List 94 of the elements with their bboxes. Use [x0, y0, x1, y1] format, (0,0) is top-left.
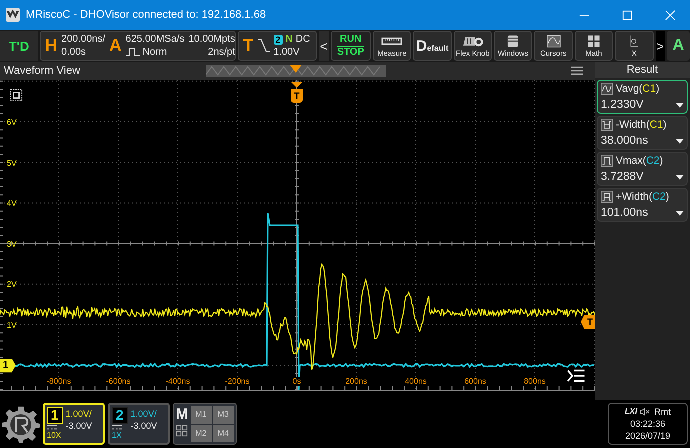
logo-button[interactable]: T'D [0, 31, 38, 61]
trigger-panel[interactable]: T 2 N DC 1.00V [238, 31, 318, 61]
grid-icon [176, 425, 188, 437]
x-axis-label: 0s [292, 377, 302, 386]
math-letter: M [176, 406, 188, 423]
channel-panel[interactable]: 1 10X 1.00V/ -3.00V [43, 403, 105, 445]
clock-date: 2026/07/19 [625, 430, 671, 442]
measurement-value: 38.000ns [601, 135, 648, 147]
trigger-level: 1.00V [274, 47, 301, 58]
x-axis-label: -200ns [224, 377, 251, 386]
math-slot-button[interactable]: M1 [190, 406, 212, 424]
pulse-icon [126, 48, 140, 57]
channel-number: 2 [112, 407, 128, 424]
gear-logo-icon[interactable] [2, 405, 40, 443]
timebase-value: 200.00ns/ [62, 34, 106, 45]
zoom-fit-icon[interactable] [10, 89, 23, 102]
resolution-value: 2ns/pt [208, 47, 236, 58]
maximize-icon[interactable] [622, 10, 633, 20]
channel-marker[interactable]: 1 [0, 358, 16, 373]
measurement-label: +Width(C2) [616, 191, 670, 203]
memory-depth: 10.00Mpts [188, 34, 236, 45]
vertical-offset: -3.00V [130, 421, 158, 431]
dropdown-icon[interactable] [676, 174, 684, 180]
measurement-label: Vavg(C1) [616, 83, 660, 95]
auto-button[interactable]: A [667, 31, 690, 61]
x-axis-label: 200ns [344, 377, 368, 386]
timeline-overview[interactable] [206, 65, 386, 77]
dc-coupling-icon [47, 425, 57, 430]
lxi-label: LXI [625, 406, 638, 418]
measurement-value: 3.7288V [601, 171, 644, 183]
window-title: MRiscoC - DHOVisor connected to: 192.168.1.68 [26, 9, 266, 21]
scroll-left-button[interactable]: < [319, 31, 329, 61]
clock-time: 03:22:36 [630, 418, 666, 430]
measurement-value: 101.00ns [601, 207, 648, 219]
panel-title: Waveform View [4, 65, 80, 77]
run-stop-button[interactable]: RUN STOP [330, 31, 371, 61]
math-slot-button[interactable]: M2 [190, 424, 212, 442]
pulse-icon [601, 155, 613, 167]
x-axis-label: -800ns [46, 377, 72, 386]
measurement-label: -Width(C1) [616, 119, 667, 131]
x-axis-label: 400ns [404, 377, 428, 386]
scroll-right-button[interactable]: > [656, 31, 666, 61]
graph-icon [629, 34, 640, 48]
vertical-scale: 1.00V/ [66, 409, 92, 419]
vertical-offset: -3.00V [66, 421, 92, 431]
trigger-coupling: DC [296, 34, 310, 45]
dropdown-icon[interactable] [676, 138, 684, 144]
probe-ratio: 1X [112, 431, 122, 440]
knob-icon [462, 34, 484, 48]
measurement-card[interactable]: Vavg(C1) 1.2330V [597, 80, 688, 114]
x-axis-label: 800ns [523, 377, 547, 386]
muted-speaker-icon[interactable] [640, 408, 652, 416]
expand-menu-icon[interactable] [567, 369, 585, 383]
measurement-label: Vmax(C2) [616, 155, 664, 167]
positive-pulse-icon [601, 191, 613, 203]
x-axis-label: 600ns [464, 377, 488, 386]
trigger-letter: T [243, 36, 254, 56]
math-slot-button[interactable]: M4 [212, 424, 234, 442]
trigger-sweep: N [286, 34, 293, 45]
acquire-mode: Norm [142, 47, 168, 58]
y-axis-label: 4V [7, 199, 17, 208]
math-slot-button[interactable]: M3 [212, 406, 234, 424]
y-axis-label: 1V [7, 321, 17, 330]
probe-ratio: 10X [47, 431, 62, 440]
x-axis-label: -400ns [164, 377, 192, 386]
app-icon [6, 8, 20, 22]
close-icon[interactable] [665, 10, 676, 20]
channel-number: 1 [47, 407, 63, 424]
wave-icon [601, 83, 613, 95]
horizontal-letter: H [45, 36, 58, 56]
trigger-source: 2 [274, 34, 283, 44]
default-button[interactable]: Default [413, 31, 452, 61]
dropdown-icon[interactable] [676, 210, 684, 216]
measurement-card[interactable]: -Width(C1) 38.000ns [597, 116, 688, 150]
negative-pulse-icon [601, 119, 613, 131]
dropdown-icon[interactable] [676, 102, 684, 108]
acquire-letter: A [109, 36, 122, 56]
y-axis-label: 5V [7, 158, 17, 168]
remote-label: Rmt [654, 406, 671, 418]
dc-coupling-icon [112, 425, 122, 430]
measurement-card[interactable]: Vmax(C2) 3.7288V [597, 152, 688, 186]
x-axis-label: -600ns [105, 377, 132, 386]
measurement-value: 1.2330V [601, 99, 644, 111]
menu-icon[interactable] [571, 66, 583, 76]
trigger-level-marker[interactable]: T [581, 315, 595, 330]
sample-rate: 625.00MSa/s [126, 34, 185, 45]
offset-value: 0.00s [62, 47, 88, 58]
result-header: Result [595, 62, 690, 78]
y-axis-label: 2V [7, 280, 17, 290]
measurement-card[interactable]: +Width(C2) 101.00ns [597, 188, 688, 222]
y-axis-label: 6V [7, 118, 17, 127]
falling-edge-icon [258, 38, 270, 54]
vertical-scale: 1.00V/ [130, 409, 158, 419]
channel-panel[interactable]: 2 1X 1.00V/ -3.00V [108, 403, 170, 445]
